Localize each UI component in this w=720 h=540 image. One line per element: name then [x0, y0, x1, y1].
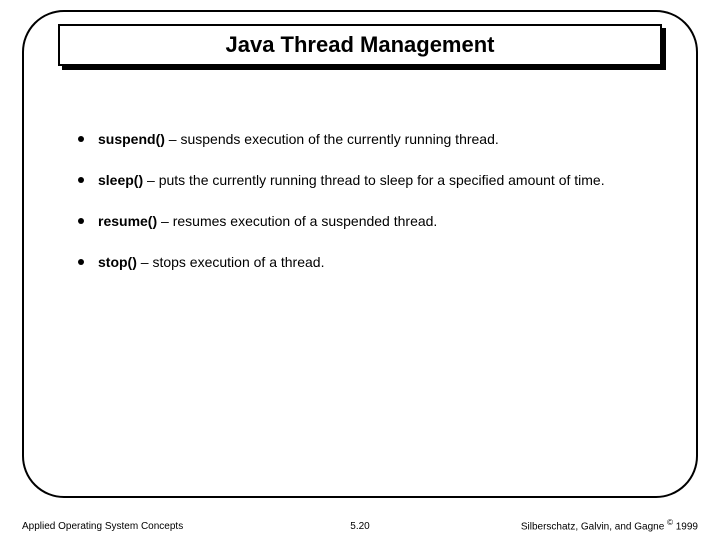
content-area: suspend() – suspends execution of the cu… — [78, 130, 648, 294]
title-box: Java Thread Management — [58, 24, 662, 66]
list-item: resume() – resumes execution of a suspen… — [78, 212, 648, 231]
bullet-text: resume() – resumes execution of a suspen… — [98, 212, 437, 231]
bullet-icon — [78, 218, 84, 224]
list-item: suspend() – suspends execution of the cu… — [78, 130, 648, 149]
page-number: 5.20 — [350, 521, 369, 532]
footer-right: Silberschatz, Galvin, and Gagne © 1999 — [521, 518, 698, 532]
bullet-icon — [78, 136, 84, 142]
bullet-text: sleep() – puts the currently running thr… — [98, 171, 605, 190]
bullet-text: suspend() – suspends execution of the cu… — [98, 130, 499, 149]
list-item: stop() – stops execution of a thread. — [78, 253, 648, 272]
list-item: sleep() – puts the currently running thr… — [78, 171, 648, 190]
footer: Applied Operating System Concepts 5.20 S… — [22, 518, 698, 532]
bullet-icon — [78, 177, 84, 183]
slide-title: Java Thread Management — [226, 32, 495, 58]
bullet-text: stop() – stops execution of a thread. — [98, 253, 324, 272]
footer-left: Applied Operating System Concepts — [22, 521, 183, 532]
bullet-icon — [78, 259, 84, 265]
